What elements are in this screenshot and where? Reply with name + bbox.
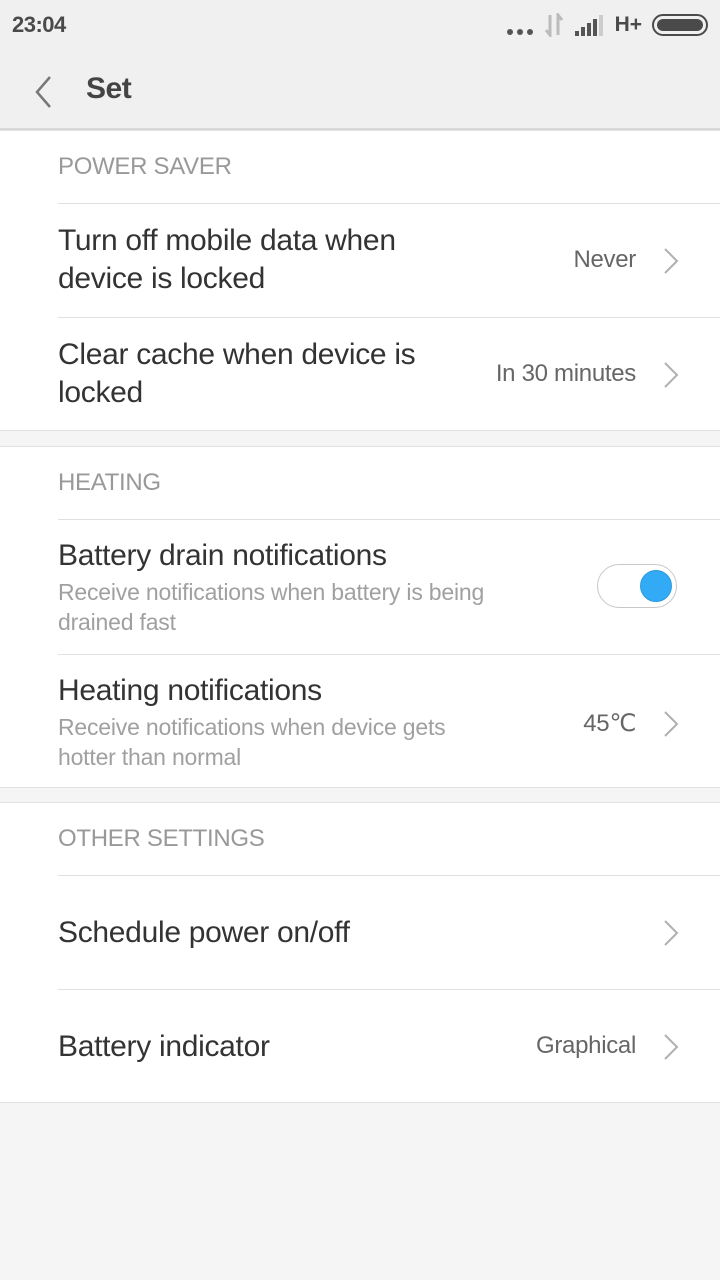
section-header: OTHER SETTINGS [58,825,265,852]
row-title-line: Clear cache when device is [58,338,416,371]
row-title-line: Turn off mobile data when [58,224,396,257]
section-power-saver: POWER SAVER Turn off mobile data when de… [0,130,720,431]
row-title-line: locked [58,376,143,409]
signal-icon [574,15,603,36]
row-value: Graphical [535,1032,636,1059]
schedule-power-row[interactable]: Schedule power on/off [58,875,720,989]
row-title-line: device is locked [58,262,265,295]
row-subtitle-line: Receive notifications when battery is be… [58,579,485,605]
toggle-knob [640,570,672,602]
battery-drain-toggle[interactable] [597,564,677,608]
row-subtitle-line: drained fast [58,609,176,635]
app-header: Set [0,50,720,130]
chevron-right-icon [664,362,679,388]
section-header: POWER SAVER [58,153,232,180]
row-title: Heating notifications [58,674,322,707]
battery-indicator-row[interactable]: Battery indicator Graphical [58,989,720,1103]
network-type: H+ [614,13,642,36]
row-title: Battery drain notifications [58,539,387,572]
chevron-right-icon [664,1034,679,1060]
page-title: Set [86,72,132,105]
status-icons: H+ [506,12,708,38]
chevron-left-icon [35,76,51,108]
section-other-settings: OTHER SETTINGS Schedule power on/off Bat… [0,802,720,1103]
row-value: 45℃ [583,710,636,737]
row-value: Never [573,246,636,273]
status-time: 23:04 [12,12,66,37]
section-header: HEATING [58,469,161,496]
mobile-data-lock-row[interactable]: Turn off mobile data when device is lock… [58,203,720,317]
section-heating: HEATING Battery drain notifications Rece… [0,446,720,788]
clear-cache-row[interactable]: Clear cache when device is locked In 30 … [58,317,720,431]
status-bar: 23:04 H+ [0,0,720,50]
battery-icon [652,14,708,36]
row-subtitle-line: hotter than normal [58,744,242,770]
chevron-right-icon [664,920,679,946]
more-dots-icon [506,15,533,35]
chevron-right-icon [664,711,679,737]
battery-drain-row[interactable]: Battery drain notifications Receive noti… [58,519,720,654]
heating-notifications-row[interactable]: Heating notifications Receive notificati… [58,654,720,789]
row-subtitle-line: Receive notifications when device gets [58,714,446,740]
data-transfer-icon [544,13,563,37]
back-button[interactable] [28,72,60,112]
chevron-right-icon [664,248,679,274]
row-title: Battery indicator [58,1030,270,1063]
row-title: Schedule power on/off [58,916,350,949]
row-value: In 30 minutes [495,360,636,387]
